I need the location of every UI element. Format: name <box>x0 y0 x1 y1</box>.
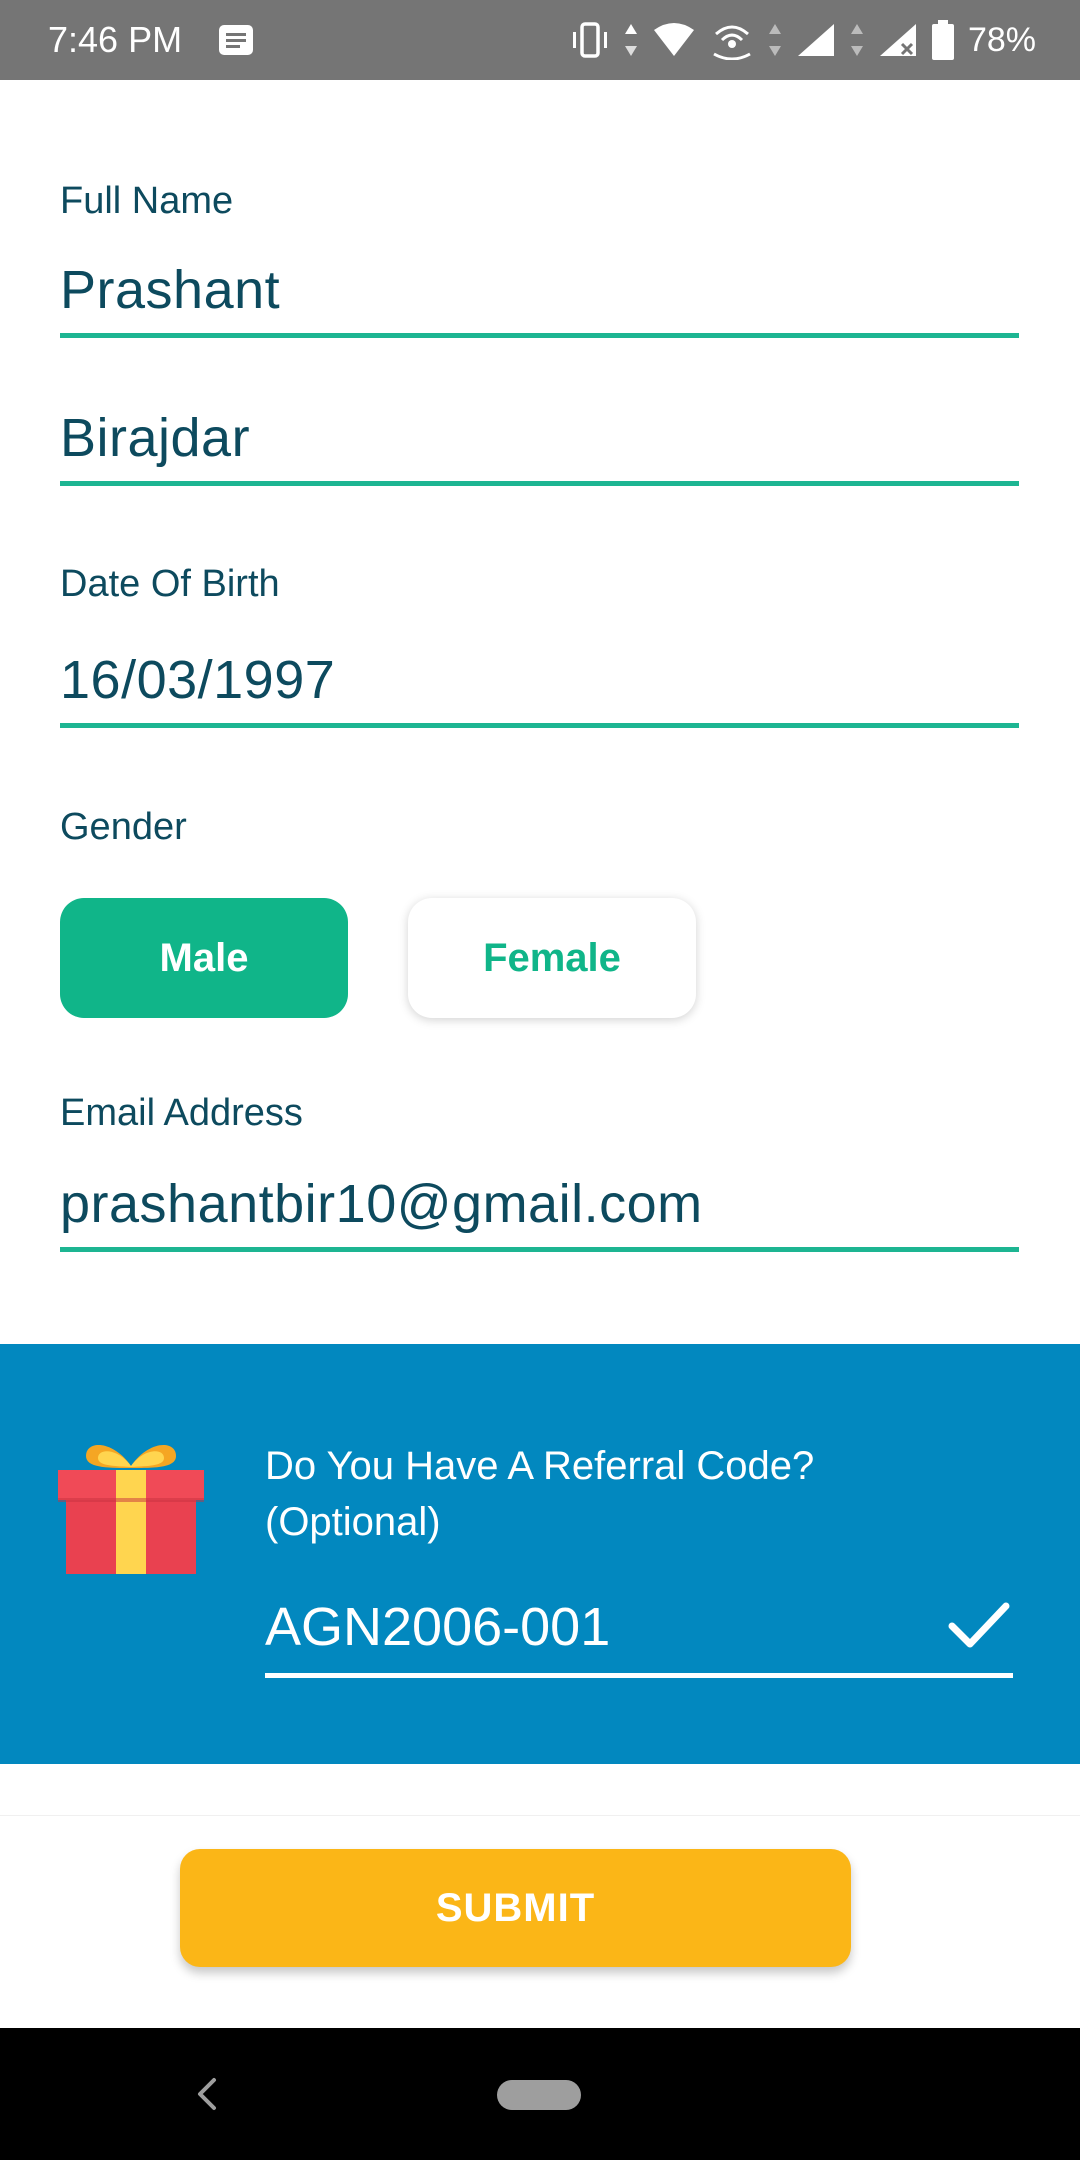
status-icons: 78% <box>570 18 1036 62</box>
dob-input[interactable]: 16/03/1997 <box>60 648 335 712</box>
battery-percent: 78% <box>967 21 1036 59</box>
referral-question-line1: Do You Have A Referral Code? <box>265 1444 815 1488</box>
status-time: 7:46 PM <box>48 19 183 60</box>
data-arrows-icon <box>624 24 637 56</box>
wifi-icon <box>653 23 694 56</box>
dob-label: Date Of Birth <box>60 563 280 605</box>
email-input[interactable]: prashantbir10@gmail.com <box>60 1172 703 1236</box>
dob-underline <box>60 723 1019 728</box>
check-icon <box>948 1602 1010 1648</box>
email-underline <box>60 1247 1019 1252</box>
referral-question: Do You Have A Referral Code? (Optional) <box>265 1438 1025 1550</box>
battery-icon <box>931 20 954 60</box>
hotspot-icon <box>713 25 751 60</box>
message-icon <box>219 25 253 55</box>
back-icon[interactable] <box>190 2074 224 2114</box>
home-button[interactable] <box>497 2080 581 2110</box>
data-arrows-icon-3 <box>850 24 863 56</box>
referral-code-input[interactable]: AGN2006-001 <box>265 1594 945 1660</box>
last-name-input[interactable]: Birajdar <box>60 406 250 470</box>
email-label: Email Address <box>60 1092 303 1134</box>
status-bar: 7:46 PM 78% <box>0 0 1080 80</box>
vibrate-icon <box>572 22 607 58</box>
referral-underline <box>265 1673 1013 1678</box>
last-name-underline <box>60 481 1019 486</box>
full-name-label: Full Name <box>60 180 234 222</box>
submit-button[interactable]: SUBMIT <box>180 1849 851 1967</box>
referral-question-line2: (Optional) <box>265 1500 441 1544</box>
gift-icon <box>58 1445 204 1574</box>
first-name-underline <box>60 333 1019 338</box>
signal-no-data-icon <box>879 24 916 56</box>
signal-icon <box>797 24 834 56</box>
data-arrows-icon-2 <box>768 24 781 56</box>
first-name-input[interactable]: Prashant <box>60 258 280 322</box>
gender-label: Gender <box>60 806 187 848</box>
gender-female-button[interactable]: Female <box>408 898 696 1018</box>
gender-male-button[interactable]: Male <box>60 898 348 1018</box>
